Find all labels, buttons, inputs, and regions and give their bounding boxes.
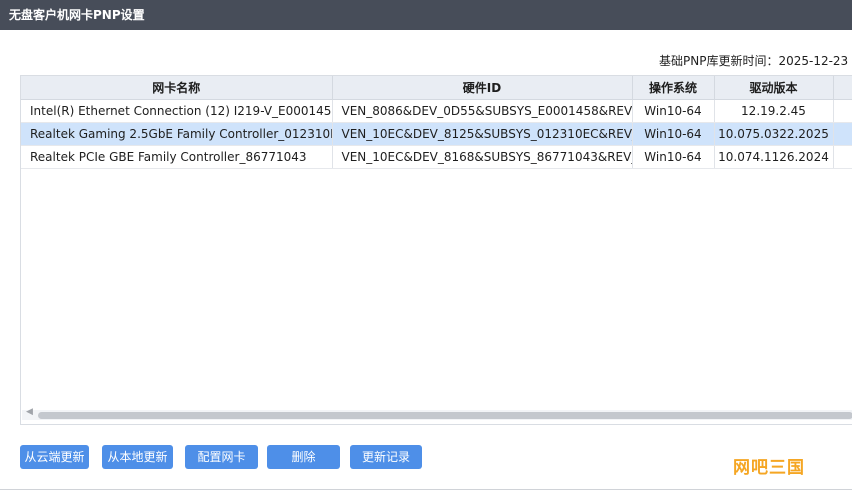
cell-driver-version: 12.19.2.45	[714, 99, 834, 123]
scroll-left-arrow-icon[interactable]: ◀	[26, 407, 33, 417]
pnp-settings-window: 无盘客户机网卡PNP设置 基础PNP库更新时间：2025-12-23 0 网卡名…	[0, 0, 852, 491]
column-header-hardware-id[interactable]: 硬件ID	[332, 76, 633, 100]
column-header-nic-name[interactable]: 网卡名称	[21, 76, 333, 100]
brand-logo: 网吧三国	[733, 458, 805, 478]
cell-driver-version: 10.074.1126.2024	[714, 145, 834, 169]
window-title: 无盘客户机网卡PNP设置	[0, 0, 852, 30]
bottom-divider	[0, 489, 852, 490]
cell-nic-name: Intel(R) Ethernet Connection (12) I219-V…	[21, 99, 333, 123]
table-row[interactable]: Realtek PCIe GBE Family Controller_86771…	[21, 145, 852, 169]
delete-button[interactable]: 删除	[267, 445, 340, 469]
table-row[interactable]: Intel(R) Ethernet Connection (12) I219-V…	[21, 99, 852, 123]
horizontal-scrollbar[interactable]: ◀	[22, 407, 852, 420]
cloud-update-button[interactable]: 从云端更新	[20, 445, 89, 469]
cell-os: Win10-64	[632, 145, 715, 169]
table-row-selected[interactable]: Realtek Gaming 2.5GbE Family Controller_…	[21, 122, 852, 146]
table-header-row: 网卡名称 硬件ID 操作系统 驱动版本	[21, 76, 852, 100]
nic-table: 网卡名称 硬件ID 操作系统 驱动版本 Intel(R) Ethernet Co…	[20, 75, 852, 425]
pnp-update-time: 基础PNP库更新时间：2025-12-23 0	[659, 54, 852, 68]
column-header-driver-version[interactable]: 驱动版本	[714, 76, 834, 100]
cell-extra	[833, 99, 852, 123]
cell-driver-version: 10.075.0322.2025	[714, 122, 834, 146]
cell-os: Win10-64	[632, 122, 715, 146]
scroll-thumb[interactable]	[38, 412, 852, 419]
column-header-extra[interactable]	[833, 76, 852, 100]
cell-extra	[833, 145, 852, 169]
cell-hardware-id: VEN_10EC&DEV_8168&SUBSYS_86771043&REV_15	[332, 145, 633, 169]
column-header-os[interactable]: 操作系统	[632, 76, 715, 100]
cell-hardware-id: VEN_8086&DEV_0D55&SUBSYS_E0001458&REV_00	[332, 99, 633, 123]
local-update-button[interactable]: 从本地更新	[102, 445, 173, 469]
config-nic-button[interactable]: 配置网卡	[185, 445, 258, 469]
update-log-button[interactable]: 更新记录	[350, 445, 422, 469]
cell-os: Win10-64	[632, 99, 715, 123]
cell-extra	[833, 122, 852, 146]
cell-hardware-id: VEN_10EC&DEV_8125&SUBSYS_012310EC&REV_05	[332, 122, 633, 146]
cell-nic-name: Realtek PCIe GBE Family Controller_86771…	[21, 145, 333, 169]
cell-nic-name: Realtek Gaming 2.5GbE Family Controller_…	[21, 122, 333, 146]
